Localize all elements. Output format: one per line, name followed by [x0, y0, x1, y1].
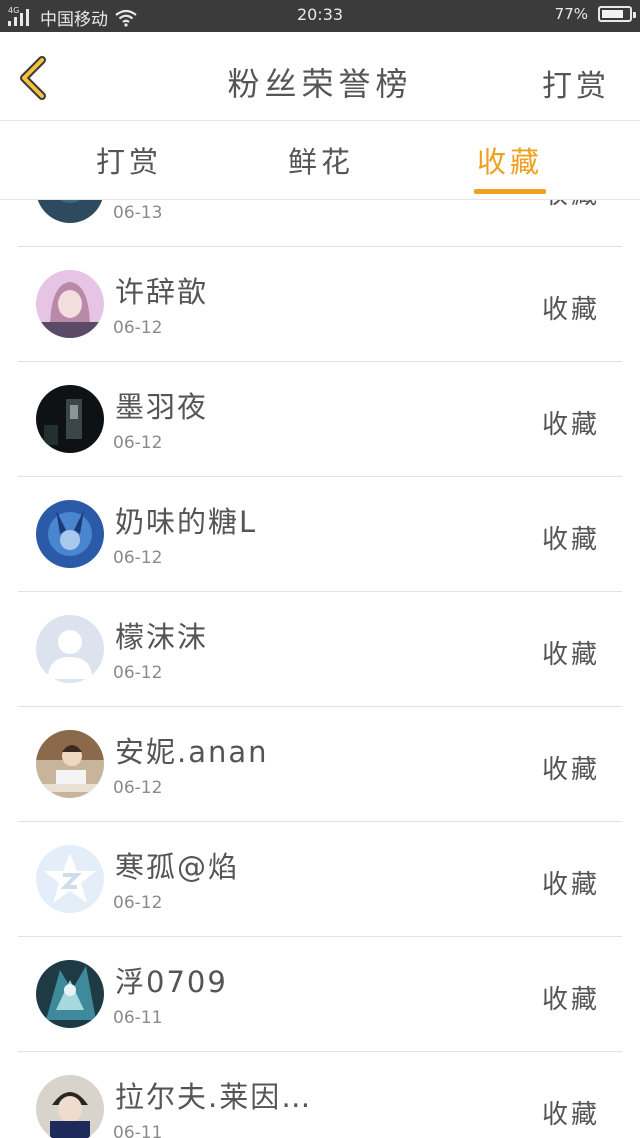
item-date: 06-12 [113, 893, 163, 913]
item-name: 安妮.anan [115, 735, 269, 769]
list-item[interactable]: 许辞歆 06-12 收藏 [0, 247, 640, 362]
avatar [36, 615, 104, 683]
item-date: 06-12 [113, 433, 163, 453]
item-action[interactable]: 收藏 [542, 200, 600, 211]
list-item[interactable]: 06-13 收藏 [0, 200, 640, 247]
item-date: 06-11 [113, 1123, 163, 1138]
list-item[interactable]: 寒孤@焰 06-12 收藏 [0, 822, 640, 937]
avatar [36, 960, 104, 1028]
list-item[interactable]: 浮0709 06-11 收藏 [0, 937, 640, 1052]
avatar [36, 730, 104, 798]
tab-favorites[interactable]: 收藏 [465, 139, 555, 181]
avatar [36, 385, 104, 453]
avatar [36, 845, 104, 913]
item-date: 06-13 [113, 203, 163, 223]
item-action[interactable]: 收藏 [542, 979, 600, 1016]
status-right: 77% [554, 5, 636, 23]
tab-flowers[interactable]: 鲜花 [276, 139, 366, 181]
item-date: 06-12 [113, 548, 163, 568]
battery-icon [598, 6, 636, 22]
active-tab-indicator [474, 189, 546, 194]
header-bar: 粉丝荣誉榜 打赏 [0, 32, 640, 121]
reward-button[interactable]: 打赏 [542, 61, 610, 105]
item-action[interactable]: 收藏 [542, 634, 600, 671]
list-item[interactable]: 拉尔夫.莱因… 06-11 收藏 [0, 1052, 640, 1138]
item-date: 06-12 [113, 778, 163, 798]
battery-percent: 77% [554, 5, 588, 23]
status-bar: 4G 中国移动 20:33 77% [0, 0, 640, 32]
list-item[interactable]: 檬沫沫 06-12 收藏 [0, 592, 640, 707]
list-item[interactable]: 奶味的糖L 06-12 收藏 [0, 477, 640, 592]
clock: 20:33 [296, 5, 344, 24]
item-action[interactable]: 收藏 [542, 289, 600, 326]
item-action[interactable]: 收藏 [542, 864, 600, 901]
avatar [36, 1075, 104, 1138]
avatar [36, 270, 104, 338]
item-date: 06-12 [113, 663, 163, 683]
item-name: 檬沫沫 [115, 620, 209, 654]
item-name: 奶味的糖L [115, 505, 258, 539]
item-action[interactable]: 收藏 [542, 519, 600, 556]
item-action[interactable]: 收藏 [542, 1094, 600, 1131]
item-date: 06-11 [113, 1008, 163, 1028]
list-item[interactable]: 墨羽夜 06-12 收藏 [0, 362, 640, 477]
tab-bar: 打赏 鲜花 收藏 [0, 121, 640, 200]
item-name: 许辞歆 [115, 275, 209, 309]
tab-reward[interactable]: 打赏 [84, 139, 174, 181]
item-action[interactable]: 收藏 [542, 749, 600, 786]
item-date: 06-12 [113, 318, 163, 338]
item-name: 墨羽夜 [115, 390, 209, 424]
item-name: 拉尔夫.莱因… [115, 1080, 313, 1114]
fan-list[interactable]: 06-13 收藏 许辞歆 06-12 收藏 墨羽夜 06-12 [0, 200, 640, 1138]
list-item[interactable]: 安妮.anan 06-12 收藏 [0, 707, 640, 822]
item-action[interactable]: 收藏 [542, 404, 600, 441]
item-name: 寒孤@焰 [115, 850, 240, 884]
item-name: 浮0709 [115, 965, 228, 999]
avatar [36, 200, 104, 223]
avatar [36, 500, 104, 568]
